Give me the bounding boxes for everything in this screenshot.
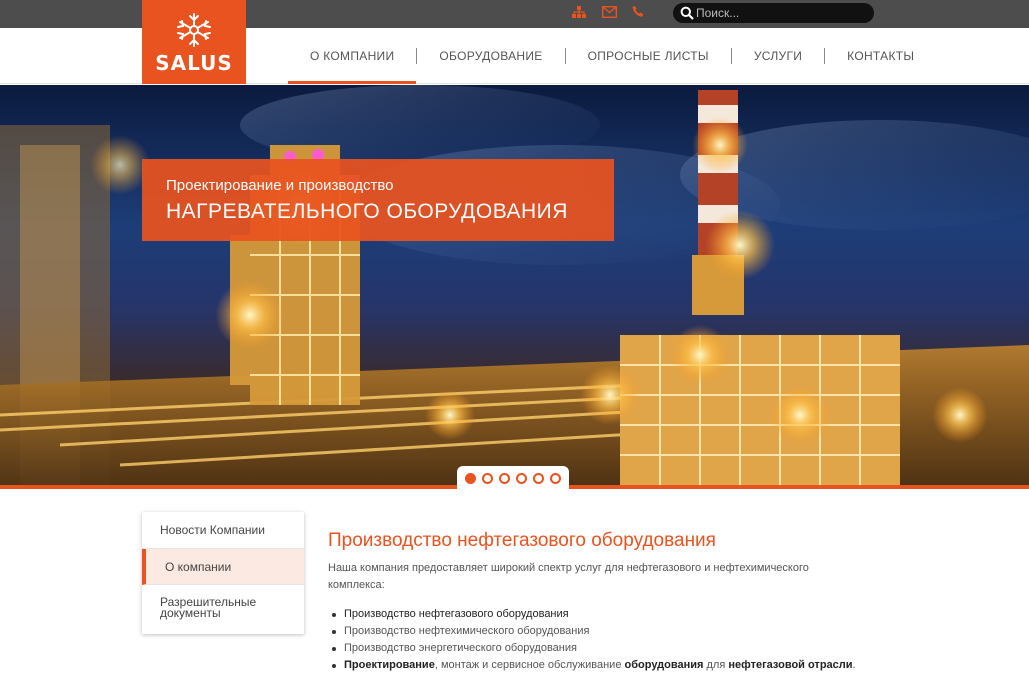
list-item: Производство нефтегазового оборудования xyxy=(328,606,888,623)
list-item-part: оборудования xyxy=(624,659,704,671)
intro-line-2: комплекса: xyxy=(328,578,385,591)
hero-slider xyxy=(0,85,1029,485)
list-item-part: . xyxy=(852,659,856,671)
sidebar-item-permits[interactable]: Разрешительные документы xyxy=(142,585,304,634)
hero-banner: Проектирование и производство НАГРЕВАТЕЛ… xyxy=(142,159,614,241)
list-item: Проектирование, монтаж и сервисное обслу… xyxy=(328,657,888,674)
list-item-part: для xyxy=(703,659,729,671)
sitemap-icon[interactable] xyxy=(570,5,588,23)
search-box xyxy=(673,3,874,23)
hero-title: НАГРЕВАТЕЛЬНОГО ОБОРУДОВАНИЯ xyxy=(166,200,568,223)
intro-text: Наша компания предоставляет широкий спек… xyxy=(328,560,848,593)
main-nav: О КОМПАНИИ ОБОРУДОВАНИЕ ОПРОСНЫЕ ЛИСТЫ У… xyxy=(288,28,936,84)
search-icon[interactable] xyxy=(680,6,694,20)
list-item: Производство нефтехимического оборудован… xyxy=(328,623,888,640)
nav-item-contacts[interactable]: КОНТАКТЫ xyxy=(825,28,936,84)
list-item: Производство энергетического оборудовани… xyxy=(328,640,888,657)
snowflake-logo-icon xyxy=(177,13,211,47)
nav-item-equipment[interactable]: ОБОРУДОВАНИЕ xyxy=(417,28,564,84)
sidebar-menu: Новости Компании О компании Разрешительн… xyxy=(142,512,304,634)
logo-text: SALUS xyxy=(155,51,233,75)
intro-line-1: Наша компания предоставляет широкий спек… xyxy=(328,562,809,574)
list-item-part: Проектирование xyxy=(344,659,435,671)
nav-item-questionnaires[interactable]: ОПРОСНЫЕ ЛИСТЫ xyxy=(566,28,731,84)
nav-item-company[interactable]: О КОМПАНИИ xyxy=(288,28,417,84)
slider-dot-1[interactable] xyxy=(465,472,476,484)
list-item-part: , монтаж и сервисное обслуживание xyxy=(434,659,625,671)
list-item-part: нефтегазовой отрасли xyxy=(728,659,853,671)
nav-item-services[interactable]: УСЛУГИ xyxy=(732,28,824,84)
slider-dot-5[interactable] xyxy=(533,472,544,484)
sidebar-item-about[interactable]: О компании xyxy=(142,549,304,585)
slider-dot-6[interactable] xyxy=(550,472,561,484)
hero-subtitle: Проектирование и производство xyxy=(166,177,394,194)
services-list: Производство нефтегазового оборудования … xyxy=(328,606,888,674)
hero-image xyxy=(0,85,1029,485)
slider-dot-2[interactable] xyxy=(482,472,493,484)
sidebar-item-news[interactable]: Новости Компании xyxy=(142,512,304,549)
page-title: Производство нефтегазового оборудования xyxy=(328,530,716,551)
slider-dot-4[interactable] xyxy=(516,472,527,484)
slider-pagination xyxy=(457,466,569,490)
logo[interactable]: SALUS xyxy=(142,0,246,84)
phone-icon[interactable] xyxy=(629,5,647,23)
sidebar-item-permits-line2: документы xyxy=(160,606,221,620)
slider-dot-3[interactable] xyxy=(499,472,510,484)
search-input[interactable] xyxy=(696,4,866,22)
mail-icon[interactable] xyxy=(600,5,618,23)
